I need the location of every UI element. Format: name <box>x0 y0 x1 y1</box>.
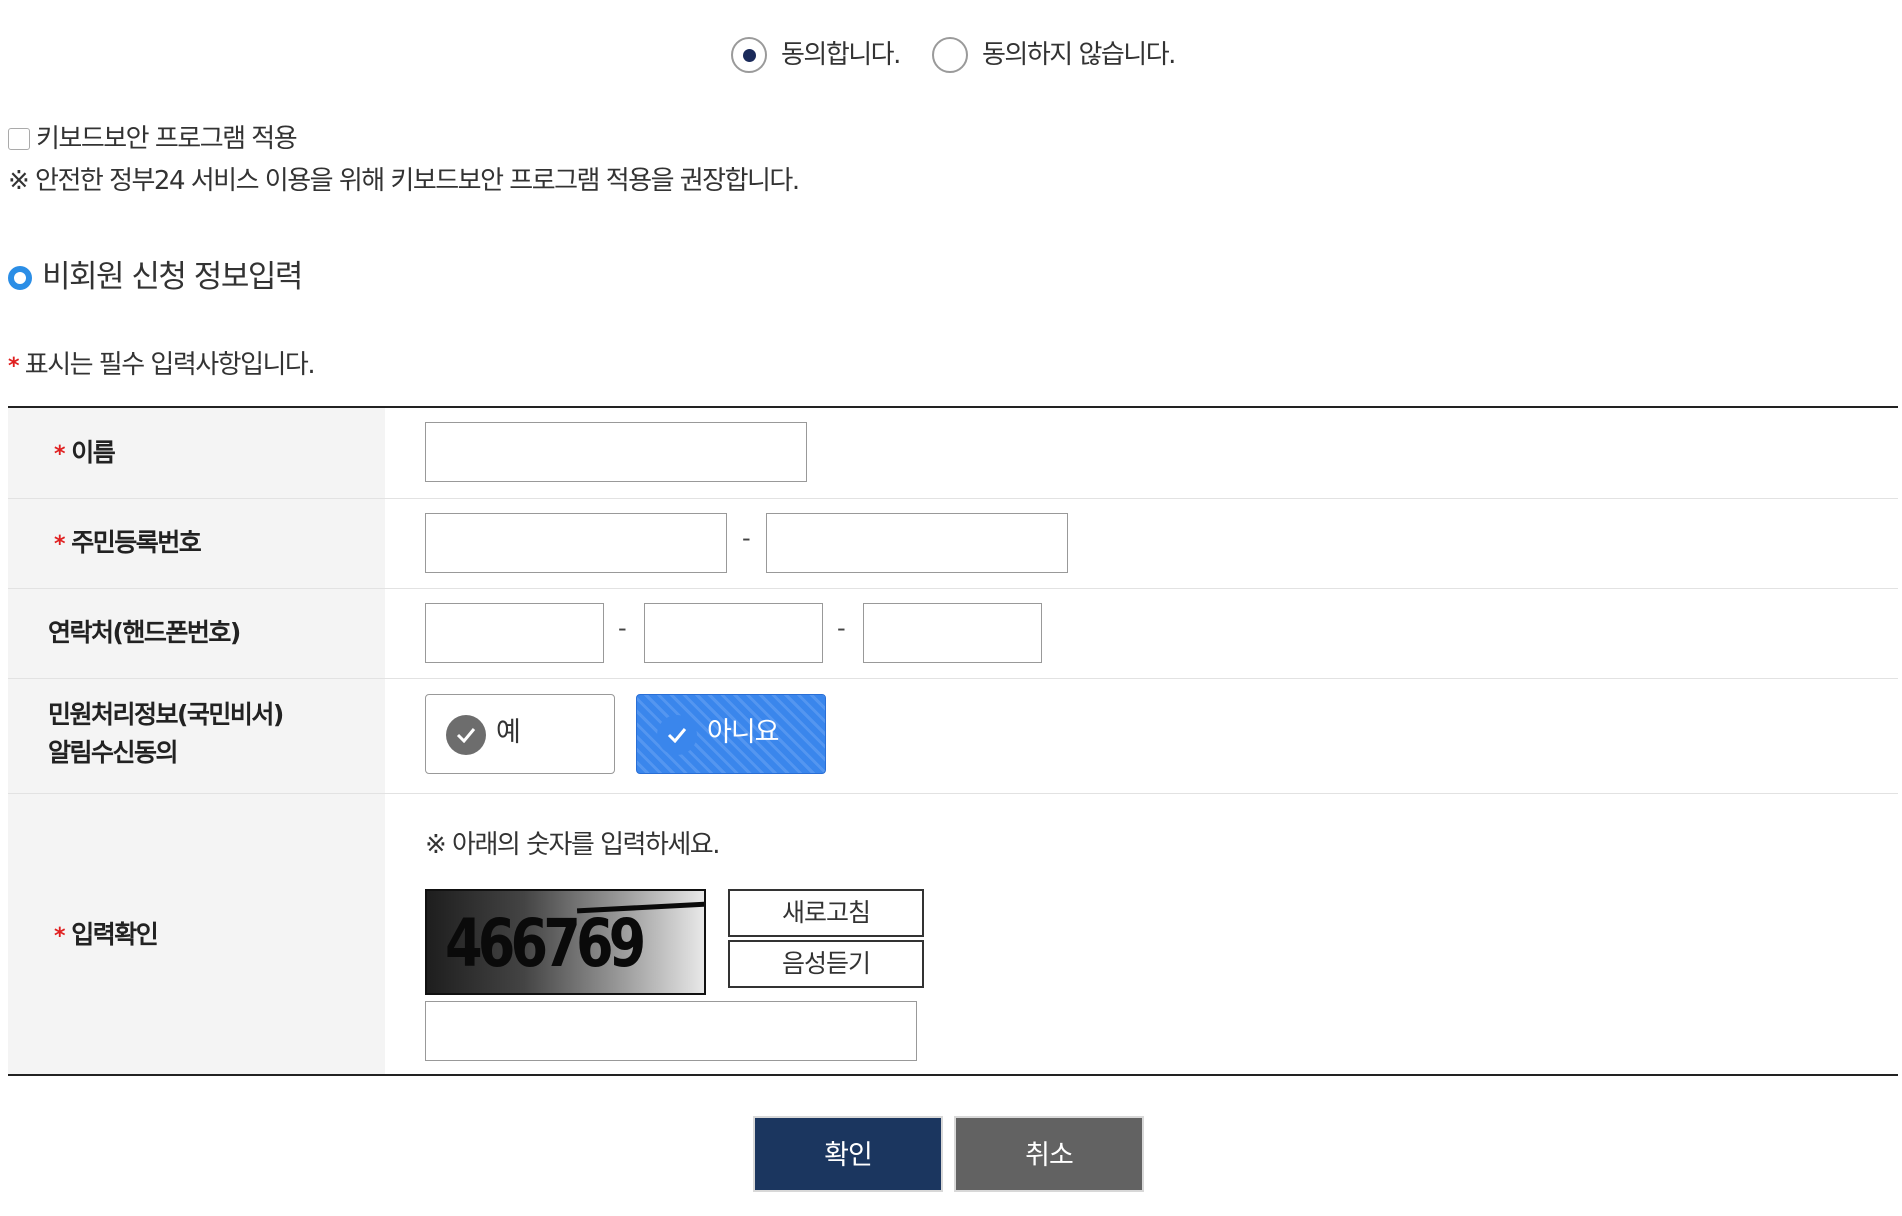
name-input[interactable] <box>425 422 807 482</box>
resident-number-separator: - <box>742 524 751 552</box>
required-star-icon: * <box>8 354 20 379</box>
row-divider <box>8 678 1898 679</box>
resident-number-label: * 주민등록번호 <box>54 528 202 557</box>
keyboard-security-notice: ※ 안전한 정부24 서비스 이용을 위해 키보드보안 프로그램 적용을 권장합… <box>8 166 800 196</box>
agree-radio[interactable] <box>731 37 767 73</box>
row-divider <box>8 588 1898 589</box>
row-divider <box>8 498 1898 499</box>
radio-selected-dot <box>743 49 756 62</box>
form-top-border <box>8 406 1898 408</box>
confirm-button[interactable]: 확인 <box>753 1116 943 1192</box>
notification-no-button[interactable]: 아니요 <box>636 694 826 774</box>
check-circle-icon <box>446 715 486 755</box>
notification-yes-label: 예 <box>496 717 521 748</box>
disagree-label: 동의하지 않습니다. <box>982 40 1176 70</box>
phone-part2-input[interactable] <box>644 603 823 663</box>
notification-consent-label: 민원처리정보(국민비서) 알림수신동의 <box>48 700 284 767</box>
required-star-icon: * <box>54 442 66 467</box>
captcha-input[interactable] <box>425 1001 917 1061</box>
phone-label: 연락처(핸드폰번호) <box>48 618 241 647</box>
phone-part3-input[interactable] <box>863 603 1042 663</box>
phone-part1-input[interactable] <box>425 603 604 663</box>
phone-separator: - <box>618 614 627 642</box>
agree-label: 동의합니다. <box>781 40 901 70</box>
notification-yes-button[interactable]: 예 <box>425 694 615 774</box>
row-divider <box>8 793 1898 794</box>
form-bottom-border <box>8 1074 1898 1076</box>
captcha-audio-button[interactable]: 음성듣기 <box>728 940 924 988</box>
keyboard-security-label: 키보드보안 프로그램 적용 <box>36 124 298 154</box>
captcha-refresh-button[interactable]: 새로고침 <box>728 889 924 937</box>
resident-number-front-input[interactable] <box>425 513 727 573</box>
captcha-label: * 입력확인 <box>54 920 159 949</box>
required-star-icon: * <box>54 532 66 557</box>
phone-separator: - <box>837 614 846 642</box>
required-note: * 표시는 필수 입력사항입니다. <box>8 348 316 384</box>
keyboard-security-checkbox[interactable] <box>8 128 30 150</box>
notification-no-label: 아니요 <box>707 717 780 748</box>
required-note-text: 표시는 필수 입력사항입니다. <box>24 350 316 380</box>
cancel-button[interactable]: 취소 <box>954 1116 1144 1192</box>
captcha-instruction: ※ 아래의 숫자를 입력하세요. <box>425 830 720 860</box>
captcha-image-digits: 466769 <box>445 905 646 982</box>
resident-number-back-input[interactable] <box>766 513 1068 573</box>
section-bullet-icon <box>8 266 32 290</box>
captcha-image: 466769 <box>425 889 706 995</box>
disagree-radio[interactable] <box>932 37 968 73</box>
name-label: * 이름 <box>54 438 116 467</box>
section-title: 비회원 신청 정보입력 <box>42 259 303 295</box>
check-circle-icon <box>657 715 697 755</box>
required-star-icon: * <box>54 924 66 949</box>
